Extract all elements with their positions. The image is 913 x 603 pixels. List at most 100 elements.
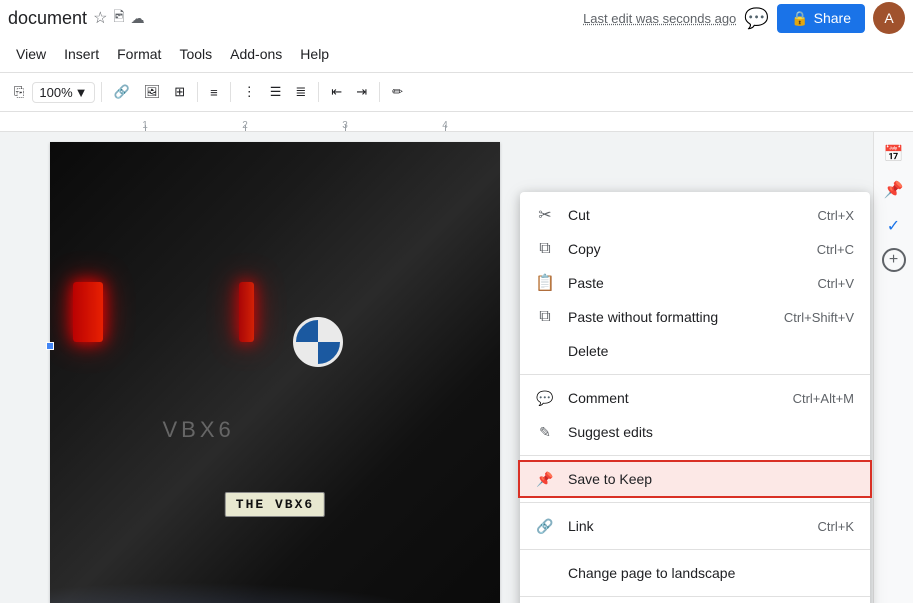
share-lock-icon: 🔒 [791,10,808,27]
bmw-logo [293,317,343,367]
ctx-copy[interactable]: ⧉ Copy Ctrl+C [520,232,870,266]
ctx-copy-shortcut: Ctrl+C [817,242,854,257]
sidebar-add-button[interactable]: + [882,248,906,272]
numbering-btn[interactable]: ⋮ [237,80,262,104]
landscape-icon [536,564,554,582]
drive-icon[interactable]: 🖻 [113,6,124,30]
doc-title[interactable]: document [8,8,87,29]
ctx-paste-no-format[interactable]: ⧉ Paste without formatting Ctrl+Shift+V [520,300,870,334]
toolbar-sep-2 [197,82,198,102]
ctx-paste-noformat-shortcut: Ctrl+Shift+V [784,310,854,325]
ctx-sep-1 [520,374,870,375]
sidebar-calendar-icon[interactable]: 📅 [880,140,908,168]
ruler: 1 2 3 4 [0,112,913,132]
paste-noformat-icon: ⧉ [536,308,554,326]
ruler-tick-2: 2 [195,120,295,131]
menu-item-help[interactable]: Help [292,42,337,66]
toolbar-mode-btn[interactable]: ⎘ [8,80,30,104]
share-button[interactable]: 🔒 Share [777,4,865,33]
doc-area: VBX6 THE VBX6 📅 📌 ✓ + + ✂ Cut Ctrl+X ⧉ C… [0,132,913,603]
indent-left-btn[interactable]: ⇤ [325,80,348,104]
ctx-delete-label: Delete [568,343,854,359]
top-bar-right: Last edit was seconds ago 💬 🔒 Share A [583,2,905,34]
toolbar-sep-4 [318,82,319,102]
star-icon[interactable]: ☆ [93,8,107,28]
toolbar-sep-3 [230,82,231,102]
ctx-landscape[interactable]: Change page to landscape [520,556,870,590]
ctx-suggest-label: Suggest edits [568,424,854,440]
top-bar: document ☆ 🖻 ☁ Last edit was seconds ago… [0,0,913,36]
ctx-paste-noformat-label: Paste without formatting [568,309,770,325]
ctx-sep-2 [520,455,870,456]
link-ctx-icon: 🔗 [536,517,554,535]
selection-handle-left[interactable] [46,342,54,350]
ctx-comment-shortcut: Ctrl+Alt+M [793,391,854,406]
ruler-tick-1: 1 [95,120,195,131]
link-btn[interactable]: 🔗 [108,80,136,104]
cloud-icon[interactable]: ☁ [131,10,145,27]
toolbar-sep-1 [101,82,102,102]
ctx-sep-3 [520,502,870,503]
menu-item-addons[interactable]: Add-ons [222,42,290,66]
ctx-suggest[interactable]: ✎ Suggest edits [520,415,870,449]
share-label: Share [814,10,851,26]
ctx-link-shortcut: Ctrl+K [818,519,854,534]
ctx-copy-label: Copy [568,241,803,257]
list-btn[interactable]: ☰ [264,80,288,104]
ctx-sep-5 [520,596,870,597]
cut-icon: ✂ [536,206,554,224]
list-style-btn[interactable]: ≣ [289,80,312,104]
image2-btn[interactable]: ⊞ [168,80,191,104]
ctx-link-label: Link [568,518,804,534]
license-plate: THE VBX6 [225,492,325,517]
ctx-link[interactable]: 🔗 Link Ctrl+K [520,509,870,543]
paste-icon: 📋 [536,274,554,292]
menu-item-tools[interactable]: Tools [171,42,220,66]
ground-glow [50,582,500,603]
more-btn[interactable]: ✏ [386,80,409,104]
ctx-delete[interactable]: Delete [520,334,870,368]
zoom-selector[interactable]: 100% ▼ [32,82,94,103]
toolbar: ⎘ 100% ▼ 🔗 🖼 ⊞ ≡ ⋮ ☰ ≣ ⇤ ⇥ ✏ [0,72,913,112]
document-page: VBX6 THE VBX6 [50,142,500,603]
top-bar-icons: ☆ 🖻 ☁ [93,6,145,30]
menu-item-format[interactable]: Format [109,42,169,66]
menu-bar: View Insert Format Tools Add-ons Help [0,36,913,72]
delete-icon [536,342,554,360]
tail-light-left [73,282,103,342]
ctx-sep-4 [520,549,870,550]
ruler-tick-4: 4 [395,120,495,131]
indent-right-btn[interactable]: ⇥ [350,80,373,104]
zoom-value: 100% [39,85,72,100]
sidebar-tasks-icon[interactable]: ✓ [880,212,908,240]
align-btn[interactable]: ≡ [204,81,224,104]
ruler-tick-3: 3 [295,120,395,131]
ctx-paste[interactable]: 📋 Paste Ctrl+V [520,266,870,300]
suggest-icon: ✎ [536,423,554,441]
context-menu: ✂ Cut Ctrl+X ⧉ Copy Ctrl+C 📋 Paste Ctrl+… [520,192,870,603]
toolbar-sep-5 [379,82,380,102]
car-image[interactable]: VBX6 THE VBX6 [50,142,500,603]
image-btn[interactable]: 🖼 [138,80,167,104]
keep-icon: 📌 [536,470,554,488]
sidebar-keep-icon[interactable]: 📌 [880,176,908,204]
menu-item-view[interactable]: View [8,42,54,66]
last-edit-text: Last edit was seconds ago [583,11,736,26]
avatar[interactable]: A [873,2,905,34]
copy-icon: ⧉ [536,240,554,258]
comment-button[interactable]: 💬 [744,6,769,31]
ctx-comment[interactable]: 💬 Comment Ctrl+Alt+M [520,381,870,415]
ctx-paste-label: Paste [568,275,804,291]
ctx-landscape-label: Change page to landscape [568,565,854,581]
car-model-text: VBX6 [163,417,235,443]
menu-item-insert[interactable]: Insert [56,42,107,66]
ctx-save-keep[interactable]: 📌 Save to Keep [520,462,870,496]
comment-ctx-icon: 💬 [536,389,554,407]
zoom-arrow: ▼ [75,85,88,100]
right-sidebar: 📅 📌 ✓ + [873,132,913,603]
tail-light-right [239,282,254,342]
ctx-cut-label: Cut [568,207,804,223]
ctx-paste-shortcut: Ctrl+V [818,276,854,291]
ctx-cut[interactable]: ✂ Cut Ctrl+X [520,198,870,232]
ctx-comment-label: Comment [568,390,779,406]
